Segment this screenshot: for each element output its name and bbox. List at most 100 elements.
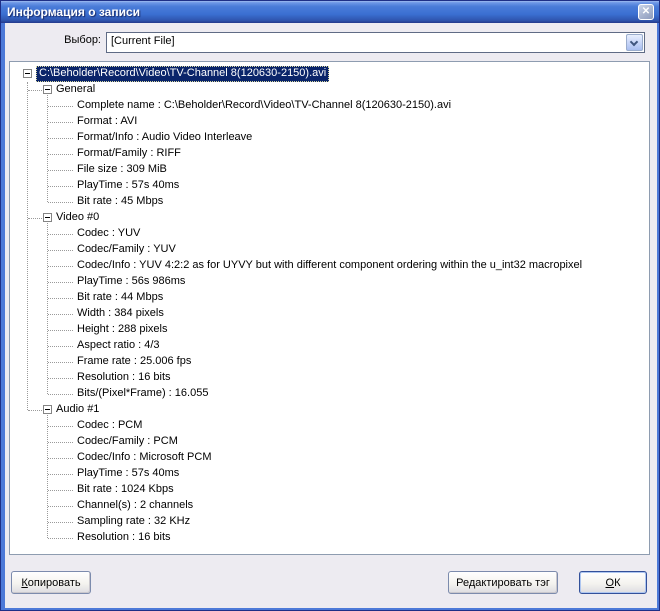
tree-connector bbox=[47, 415, 48, 538]
tree-item[interactable]: Aspect ratio : 4/3 bbox=[10, 338, 649, 354]
tree-item-label: Aspect ratio : 4/3 bbox=[77, 338, 160, 354]
edit-tag-button-label: Редактировать тэг bbox=[456, 577, 550, 589]
tree-connector bbox=[48, 330, 73, 331]
tree-item[interactable]: Format/Info : Audio Video Interleave bbox=[10, 130, 649, 146]
tree-item-label: Resolution : 16 bits bbox=[77, 530, 171, 546]
tree-item-label: Sampling rate : 32 KHz bbox=[77, 514, 190, 530]
tree-item-label: Channel(s) : 2 channels bbox=[77, 498, 193, 514]
tree-item-label: Resolution : 16 bits bbox=[77, 370, 171, 386]
tree-connector bbox=[48, 426, 73, 427]
record-info-dialog: Информация о записи ✕ Выбор: [Current Fi… bbox=[0, 0, 660, 611]
tree-item[interactable]: Bit rate : 1024 Kbps bbox=[10, 482, 649, 498]
tree-item[interactable]: PlayTime : 56s 986ms bbox=[10, 274, 649, 290]
tree-item[interactable]: Resolution : 16 bits bbox=[10, 370, 649, 386]
tree-item[interactable]: Codec/Info : YUV 4:2:2 as for UYVY but w… bbox=[10, 258, 649, 274]
tree-item[interactable]: Resolution : 16 bits bbox=[10, 530, 649, 546]
tree-item[interactable]: PlayTime : 57s 40ms bbox=[10, 466, 649, 482]
tree-connector bbox=[48, 138, 73, 139]
tree-item-label: Codec/Family : PCM bbox=[77, 434, 178, 450]
tree-item-label: PlayTime : 57s 40ms bbox=[77, 178, 179, 194]
tree-item[interactable]: PlayTime : 57s 40ms bbox=[10, 178, 649, 194]
tree-connector bbox=[47, 95, 48, 202]
titlebar: Информация о записи ✕ bbox=[1, 1, 660, 23]
ok-button[interactable]: ОК bbox=[579, 571, 647, 594]
tree-connector bbox=[48, 362, 73, 363]
tree-connector bbox=[48, 202, 73, 203]
tree-item[interactable]: Sampling rate : 32 KHz bbox=[10, 514, 649, 530]
tree-connector bbox=[28, 410, 42, 411]
tree-section-item[interactable]: Video #0 bbox=[10, 210, 649, 226]
tree-connector bbox=[48, 378, 73, 379]
copy-button-label: опировать bbox=[28, 577, 81, 589]
tree-connector bbox=[48, 490, 73, 491]
tree-item[interactable]: Codec/Info : Microsoft PCM bbox=[10, 450, 649, 466]
tree-item-label: Format : AVI bbox=[77, 114, 137, 130]
collapse-icon[interactable] bbox=[23, 69, 32, 78]
tree-item[interactable]: Height : 288 pixels bbox=[10, 322, 649, 338]
tree-item-label: Complete name : C:\Beholder\Record\Video… bbox=[77, 98, 451, 114]
tree-item-label: Format/Family : RIFF bbox=[77, 146, 181, 162]
tree-item-label: Codec : YUV bbox=[77, 226, 140, 242]
tree-item-label: Bits/(Pixel*Frame) : 16.055 bbox=[77, 386, 208, 402]
tree-connector bbox=[48, 442, 73, 443]
tree-item[interactable]: Bit rate : 45 Mbps bbox=[10, 194, 649, 210]
tree-connector bbox=[48, 346, 73, 347]
tree-connector bbox=[48, 154, 73, 155]
tree-connector bbox=[48, 298, 73, 299]
tree-item[interactable]: Codec : PCM bbox=[10, 418, 649, 434]
dialog-content: Выбор: [Current File] C:\Beholder\Record… bbox=[5, 23, 657, 608]
tree-item[interactable]: Codec/Family : YUV bbox=[10, 242, 649, 258]
copy-button[interactable]: Копировать bbox=[11, 571, 91, 594]
tree-item-label: PlayTime : 56s 986ms bbox=[77, 274, 185, 290]
tree-item-label: PlayTime : 57s 40ms bbox=[77, 466, 179, 482]
tree-connector bbox=[28, 218, 42, 219]
tree-item-label: Bit rate : 44 Mbps bbox=[77, 290, 163, 306]
chevron-down-icon[interactable] bbox=[626, 34, 643, 51]
tree-connector bbox=[48, 538, 73, 539]
tree-item-label: Format/Info : Audio Video Interleave bbox=[77, 130, 252, 146]
tree-item[interactable]: Channel(s) : 2 channels bbox=[10, 498, 649, 514]
tree-connector bbox=[48, 314, 73, 315]
tree-item[interactable]: File size : 309 MiB bbox=[10, 162, 649, 178]
tree-connector bbox=[48, 250, 73, 251]
tree-connector bbox=[28, 90, 42, 91]
tree-section-item[interactable]: Audio #1 bbox=[10, 402, 649, 418]
tree-item[interactable]: Frame rate : 25.006 fps bbox=[10, 354, 649, 370]
tree-connector bbox=[48, 522, 73, 523]
tree-item[interactable]: Complete name : C:\Beholder\Record\Video… bbox=[10, 98, 649, 114]
tree-connector bbox=[48, 106, 73, 107]
tree-connector bbox=[48, 186, 73, 187]
tree-item-label: Width : 384 pixels bbox=[77, 306, 164, 322]
tree-section-item[interactable]: General bbox=[10, 82, 649, 98]
tree-connector bbox=[48, 234, 73, 235]
tree-item[interactable]: Width : 384 pixels bbox=[10, 306, 649, 322]
collapse-icon[interactable] bbox=[43, 213, 52, 222]
tree-connector bbox=[48, 122, 73, 123]
edit-tag-button[interactable]: Редактировать тэг bbox=[448, 571, 558, 594]
collapse-icon[interactable] bbox=[43, 405, 52, 414]
dialog-title: Информация о записи bbox=[1, 5, 140, 19]
ok-button-accel: О bbox=[606, 577, 615, 589]
tree-item-label: C:\Beholder\Record\Video\TV-Channel 8(12… bbox=[36, 66, 329, 82]
tree-item-label: General bbox=[56, 82, 95, 98]
tree-item[interactable]: Codec/Family : PCM bbox=[10, 434, 649, 450]
tree-connector bbox=[47, 223, 48, 394]
tree-item[interactable]: Bit rate : 44 Mbps bbox=[10, 290, 649, 306]
tree-item[interactable]: Format : AVI bbox=[10, 114, 649, 130]
tree-root-item[interactable]: C:\Beholder\Record\Video\TV-Channel 8(12… bbox=[10, 66, 649, 82]
collapse-icon[interactable] bbox=[43, 85, 52, 94]
tree-connector bbox=[48, 458, 73, 459]
tree-item-label: Bit rate : 1024 Kbps bbox=[77, 482, 174, 498]
tree-item[interactable]: Codec : YUV bbox=[10, 226, 649, 242]
close-icon[interactable]: ✕ bbox=[638, 4, 654, 20]
tree-item-label: Bit rate : 45 Mbps bbox=[77, 194, 163, 210]
tree-connector bbox=[27, 82, 28, 410]
tree-item-label: Codec/Info : Microsoft PCM bbox=[77, 450, 212, 466]
selected-file-value: [Current File] bbox=[111, 35, 175, 47]
tree-item-label: Codec/Info : YUV 4:2:2 as for UYVY but w… bbox=[77, 258, 582, 274]
tree-item[interactable]: Bits/(Pixel*Frame) : 16.055 bbox=[10, 386, 649, 402]
tree-item-label: Codec : PCM bbox=[77, 418, 142, 434]
tree-item[interactable]: Format/Family : RIFF bbox=[10, 146, 649, 162]
tree-connector bbox=[48, 394, 73, 395]
file-selector-combobox[interactable]: [Current File] bbox=[106, 32, 645, 53]
